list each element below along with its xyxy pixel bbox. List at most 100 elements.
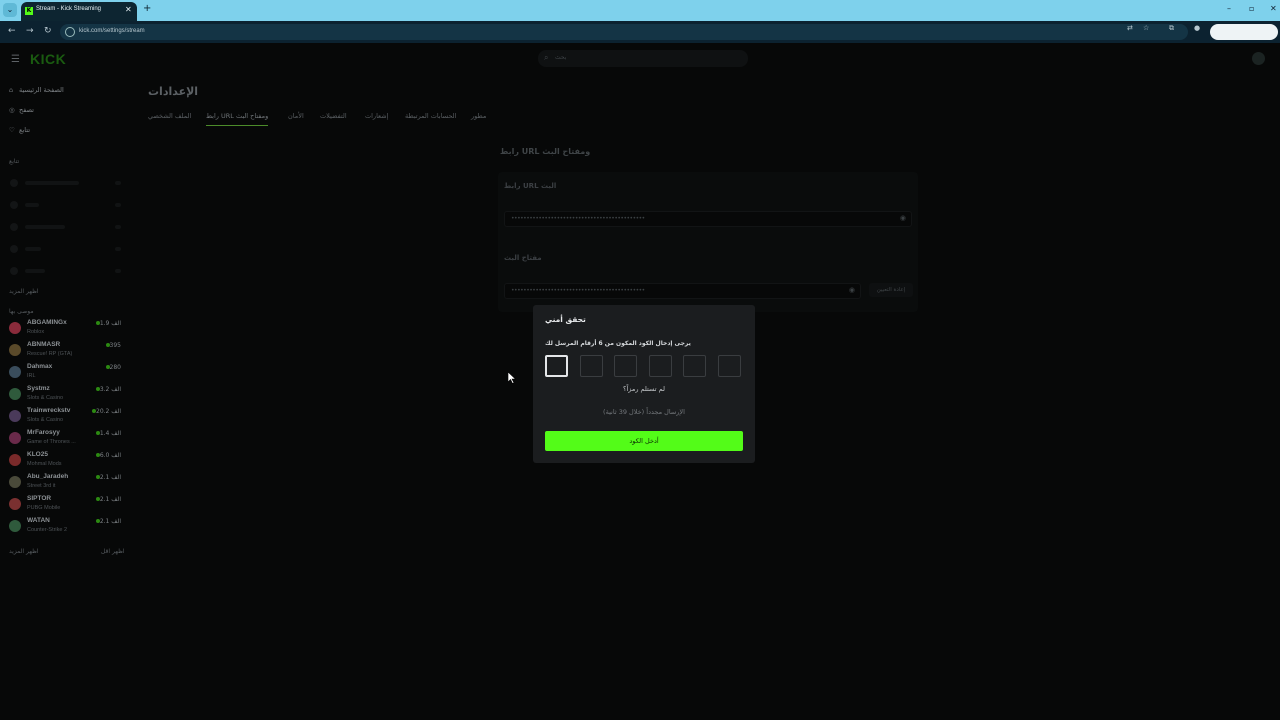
avatar	[9, 322, 21, 334]
viewer-count: 280	[104, 364, 121, 371]
url-input[interactable]: kick.com/settings/stream	[60, 24, 1188, 40]
avatar	[9, 410, 21, 422]
reset-key-button[interactable]: إعادة التعيين	[869, 283, 913, 297]
recommended-channel[interactable]: Abu_Jaradeh Street 3rd it 2.1 الف	[9, 472, 121, 492]
back-icon[interactable]: ←	[8, 26, 16, 36]
profile-icon[interactable]: ●	[1194, 24, 1200, 32]
viewer-count: 1.4 الف	[94, 430, 121, 437]
following-row[interactable]	[9, 179, 121, 187]
verification-modal: تحقق أمني يرجى إدخال الكود المكون من 6 أ…	[533, 305, 755, 463]
search-input[interactable]: ⌕ بحث	[538, 50, 748, 67]
forward-icon[interactable]: →	[26, 26, 34, 36]
channel-name: Systmz	[27, 385, 50, 392]
extensions-icon[interactable]: ⧉	[1169, 24, 1174, 33]
following-row[interactable]	[9, 201, 121, 209]
sidebar-item-browse[interactable]: ◎ تصفح	[9, 106, 34, 114]
code-digit-input[interactable]	[648, 355, 672, 377]
sidebar-item-home[interactable]: ⌂ الصفحة الرئيسية	[9, 86, 64, 94]
eye-icon[interactable]: ◉	[849, 286, 855, 294]
user-avatar[interactable]	[1252, 52, 1265, 65]
avatar	[9, 520, 21, 532]
menu-icon[interactable]: ☰	[11, 54, 20, 65]
tab-close-icon[interactable]: ✕	[125, 5, 132, 14]
following-row[interactable]	[9, 245, 121, 253]
tab-notifications[interactable]: إشعارات	[365, 112, 388, 120]
sidebar-item-label: تصفح	[19, 106, 34, 114]
code-digit-input[interactable]	[545, 355, 568, 377]
window-close-icon[interactable]: ✕	[1270, 4, 1277, 13]
tab-stream-url-key[interactable]: رابط URL ومفتاح البث	[206, 112, 269, 126]
search-placeholder: بحث	[555, 54, 567, 61]
recommended-channel[interactable]: KLO25 Mohmal Mods 6.0 الف	[9, 450, 121, 470]
kick-logo[interactable]: KICK	[30, 51, 66, 67]
channel-name: MrFarosyy	[27, 429, 60, 436]
recommended-channel[interactable]: MrFarosyy Game of Thrones ... 1.4 الف	[9, 428, 121, 448]
channel-category: Slots & Casino	[27, 417, 64, 423]
tab-profile[interactable]: الملف الشخصي	[148, 112, 191, 120]
settings-tabs: مطور الحسابات المرتبطة إشعارات التفضيلات…	[148, 112, 498, 130]
compass-icon: ◎	[9, 106, 15, 114]
following-row[interactable]	[9, 267, 121, 275]
url-text: kick.com/settings/stream	[79, 28, 145, 34]
viewer-count: 6.0 الف	[94, 452, 121, 459]
recommended-channel[interactable]: Systmz Slots & Casino 3.2 الف	[9, 384, 121, 404]
channel-name: KLO25	[27, 451, 48, 458]
viewer-count: 20.2 الف	[90, 408, 121, 415]
channel-category: Mohmal Mods	[27, 461, 62, 467]
stream-key-label: مفتاح البث	[504, 254, 542, 262]
bookmark-star-icon[interactable]: ☆	[1143, 24, 1149, 32]
profile-pill[interactable]	[1210, 24, 1278, 40]
channel-category: Game of Thrones ...	[27, 439, 76, 445]
tab-security[interactable]: الأمان	[288, 112, 304, 120]
modal-title: تحقق أمني	[545, 315, 586, 324]
resend-link[interactable]: الإرسال مجدداً (خلال 39 ثانية)	[533, 408, 755, 416]
sidebar-item-label: تتابع	[19, 126, 31, 134]
stream-url-label: رابط URL البث	[504, 182, 557, 190]
avatar	[9, 344, 21, 356]
eye-icon[interactable]: ◉	[900, 214, 906, 222]
recommended-channel[interactable]: ABNMASR Rescue! RP (GTA) 395	[9, 340, 121, 360]
viewer-count: 2.1 الف	[94, 518, 121, 525]
tab-connected-accounts[interactable]: الحسابات المرتبطة	[405, 112, 456, 120]
show-more-recommended[interactable]: اظهر المزيد	[9, 548, 39, 555]
home-icon: ⌂	[9, 86, 14, 94]
code-digit-input[interactable]	[683, 355, 707, 377]
stream-url-field[interactable]: ••••••••••••••••••••••••••••••••••••••••…	[504, 211, 912, 227]
stream-url-mask: ••••••••••••••••••••••••••••••••••••••••…	[511, 215, 645, 222]
stream-key-mask: ••••••••••••••••••••••••••••••••••••••••…	[511, 287, 645, 294]
translate-icon[interactable]: ⇄	[1127, 24, 1133, 32]
new-tab-button[interactable]: +	[143, 3, 151, 14]
recommended-heading: موصى بها	[9, 308, 34, 315]
maximize-icon[interactable]: ▫	[1249, 4, 1254, 13]
channel-name: SIPTOR	[27, 495, 52, 502]
channel-category: Street 3rd it	[27, 483, 56, 489]
code-digit-input[interactable]	[718, 355, 741, 377]
tab-developer[interactable]: مطور	[471, 112, 486, 120]
sidebar: ⌂ الصفحة الرئيسية ◎ تصفح ♡ تتابع تتابع اظهر…	[0, 78, 128, 638]
site-info-icon[interactable]	[65, 27, 75, 37]
channel-name: Trainwreckstv	[27, 407, 71, 414]
stream-key-field[interactable]: ••••••••••••••••••••••••••••••••••••••••…	[504, 283, 861, 299]
tab-search-icon[interactable]: ⌄	[3, 3, 17, 17]
recommended-channel[interactable]: Trainwreckstv Slots & Casino 20.2 الف	[9, 406, 121, 426]
minimize-icon[interactable]: –	[1227, 4, 1231, 13]
recommended-channel[interactable]: Dahmax IRL 280	[9, 362, 121, 382]
show-less-button[interactable]: اظهر اقل	[101, 548, 125, 555]
recommended-channel[interactable]: SIPTOR PUBG Mobile 2.1 الف	[9, 494, 121, 514]
recommended-channel[interactable]: ABGAMINGx Roblox 1.9 الف	[9, 318, 121, 338]
channel-category: IRL	[27, 373, 36, 379]
viewer-count: 3.2 الف	[94, 386, 121, 393]
code-digit-input[interactable]	[579, 355, 603, 377]
submit-code-button[interactable]: أدخل الكود	[545, 431, 743, 451]
reload-icon[interactable]: ↻	[44, 26, 52, 36]
code-digit-input[interactable]	[614, 355, 638, 377]
browser-tab[interactable]: K Stream - Kick Streaming ✕	[21, 2, 137, 21]
avatar	[9, 366, 21, 378]
show-more-following[interactable]: اظهر المزيد	[9, 288, 39, 295]
sidebar-item-following[interactable]: ♡ تتابع	[9, 126, 30, 134]
stream-settings-panel: رابط URL البث ••••••••••••••••••••••••••…	[498, 172, 918, 312]
recommended-channel[interactable]: WATAN Counter-Strike 2 2.1 الف	[9, 516, 121, 536]
following-row[interactable]	[9, 223, 121, 231]
tab-preferences[interactable]: التفضيلات	[320, 112, 347, 120]
avatar	[9, 498, 21, 510]
